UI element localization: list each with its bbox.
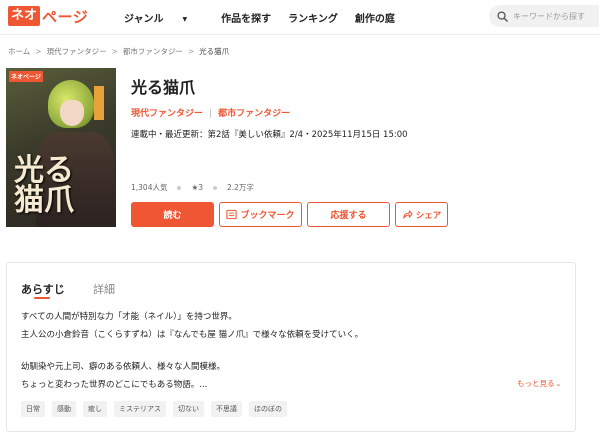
tag-chip[interactable]: 癒し xyxy=(83,401,107,417)
update-status: 連載中・最近更新：第2話『美しい依頼』2/4・2025年11月15日 15:00 xyxy=(131,130,408,140)
share-icon xyxy=(403,210,413,219)
search-input[interactable] xyxy=(513,11,593,21)
site-header: ネオ ページ ジャンル ▼ 作品を探す ランキング 創作の庭 xyxy=(0,0,600,34)
breadcrumb: ホーム > 現代ファンタジー > 都市ファンタジー > 光る猫爪 xyxy=(8,46,229,57)
breadcrumb-subgenre[interactable]: 都市ファンタジー xyxy=(123,47,183,56)
tab-synopsis[interactable]: あらすじ xyxy=(21,281,65,297)
cover-logo: ネオページ xyxy=(9,71,43,82)
tag-chip[interactable]: 切ない xyxy=(173,401,204,417)
share-button-label: シェア xyxy=(415,210,442,221)
genre-main-link[interactable]: 現代ファンタジー xyxy=(131,109,203,119)
chevron-right-icon: > xyxy=(187,47,195,56)
read-button-label: 読む xyxy=(163,211,182,221)
cover-character-face xyxy=(60,100,84,126)
stats-separator xyxy=(212,185,217,190)
cover-ribbon xyxy=(94,86,104,120)
tag-list: 日常 感動 癒し ミステリアス 切ない 不思議 ほのぼの xyxy=(21,401,294,417)
chevron-right-icon: > xyxy=(35,47,42,56)
nav-ranking[interactable]: ランキング xyxy=(288,10,338,25)
nav-genre-label: ジャンル xyxy=(124,14,164,25)
tab-detail[interactable]: 詳細 xyxy=(93,281,115,297)
breadcrumb-genre[interactable]: 現代ファンタジー xyxy=(47,47,107,56)
nav-search-works[interactable]: 作品を探す xyxy=(221,10,271,25)
tag-chip[interactable]: ミステリアス xyxy=(114,401,166,417)
tag-chip[interactable]: ほのぼの xyxy=(249,401,287,417)
cover-image: ネオページ 光る猫爪 xyxy=(6,68,116,227)
share-button[interactable]: シェア xyxy=(395,202,448,227)
work-stats: 1,304人気 ★3 2.2万字 xyxy=(131,182,254,193)
active-tab-indicator xyxy=(34,297,50,299)
synopsis-panel: あらすじ 詳細 すべての人間が特別な力「才能（ネイル）」を持つ世界。 主人公の小… xyxy=(6,262,576,432)
breadcrumb-home[interactable]: ホーム xyxy=(8,47,30,56)
show-more-label: もっと見る xyxy=(517,379,555,388)
cover-title: 光る猫爪 xyxy=(14,156,74,216)
rating-value: ★3 xyxy=(191,183,203,192)
nav-genre[interactable]: ジャンル ▼ xyxy=(124,10,204,25)
main-nav: ジャンル ▼ 作品を探す ランキング 創作の庭 xyxy=(124,10,412,25)
synopsis-line: ちょっと変わった世界のどこにでもある物語。... xyxy=(21,380,208,390)
genre-links: 現代ファンタジー | 都市ファンタジー xyxy=(131,106,290,119)
show-more-link[interactable]: もっと見る⌄ xyxy=(517,378,561,389)
nav-creation-garden[interactable]: 創作の庭 xyxy=(355,10,395,25)
work-title: 光る猫爪 xyxy=(131,78,196,97)
bookmark-button[interactable]: ブックマーク xyxy=(219,202,302,227)
stats-separator xyxy=(177,185,182,190)
logo-mark: ネオ xyxy=(8,6,41,26)
chevron-down-icon: ▼ xyxy=(182,16,188,23)
search-icon xyxy=(497,10,508,22)
chevron-down-icon: ⌄ xyxy=(555,380,562,388)
read-button[interactable]: 読む xyxy=(131,202,214,227)
site-logo[interactable]: ネオ ページ xyxy=(8,5,88,27)
synopsis-line: すべての人間が特別な力「才能（ネイル）」を持つ世界。 xyxy=(21,312,237,322)
support-button[interactable]: 応援する xyxy=(307,202,390,227)
tag-chip[interactable]: 感動 xyxy=(52,401,76,417)
logo-text: ページ xyxy=(42,7,89,26)
tag-chip[interactable]: 不思議 xyxy=(211,401,242,417)
genre-sub-link[interactable]: 都市ファンタジー xyxy=(218,109,290,119)
synopsis-line: 主人公の小倉鈴音（こくらすずね）は『なんでも屋 猫ノ爪』で様々な依頼を受けていく… xyxy=(21,330,364,340)
header-divider xyxy=(0,34,600,35)
genre-divider: | xyxy=(209,109,213,119)
chevron-right-icon: > xyxy=(111,47,118,56)
cover-title-text: 光る猫爪 xyxy=(14,153,74,218)
support-button-label: 応援する xyxy=(330,211,367,221)
breadcrumb-current: 光る猫爪 xyxy=(199,47,230,56)
synopsis-line: 幼馴染や元上司、癖のある依頼人、様々な人間模様。 xyxy=(21,362,226,372)
search-box[interactable] xyxy=(489,5,599,27)
word-count: 2.2万字 xyxy=(226,183,254,192)
bookmark-icon xyxy=(226,209,238,220)
popularity-count: 1,304人気 xyxy=(131,183,168,192)
tag-chip[interactable]: 日常 xyxy=(21,401,45,417)
bookmark-button-label: ブックマーク xyxy=(240,211,295,221)
